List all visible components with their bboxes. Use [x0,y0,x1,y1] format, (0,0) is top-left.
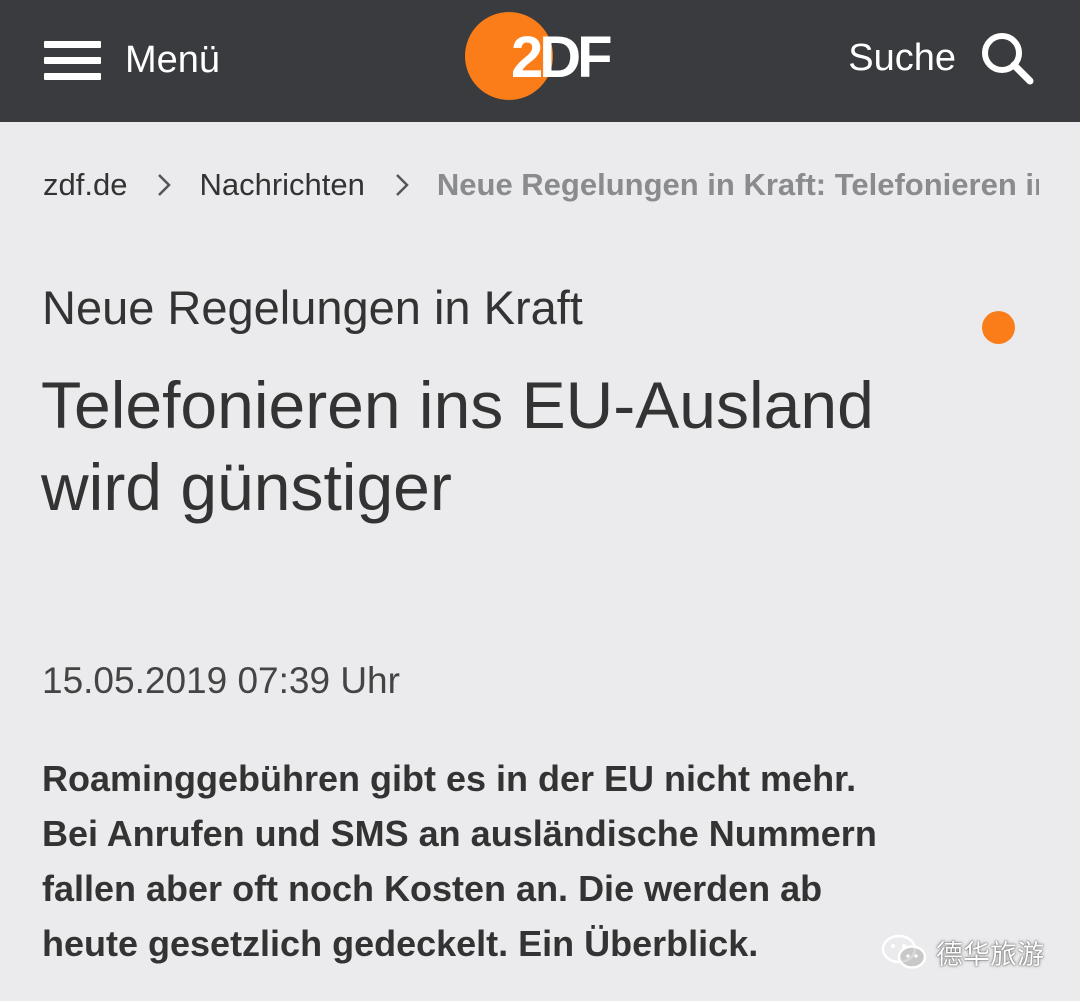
article-timestamp: 15.05.2019 07:39 Uhr [42,660,400,701]
chevron-right-icon [157,173,172,197]
chevron-right-icon [395,173,409,197]
menu-label: Menü [125,38,221,81]
breadcrumb-item-nachrichten[interactable]: Nachrichten [199,167,364,203]
headline-line: wird günstiger [41,450,452,524]
watermark: 德华旅游 [880,928,1044,976]
article-headline: Telefonieren ins EU-Ausland wird günstig… [41,364,941,528]
menu-button[interactable]: Menü [44,30,220,90]
headline-line: Telefonieren ins EU-Ausland [41,368,874,442]
breadcrumb-item-home[interactable]: zdf.de [43,167,127,203]
article-kicker: Neue Regelungen in Kraft [42,281,583,334]
breadcrumb: zdf.de Nachrichten Neue Regelungen in Kr… [43,160,1039,210]
breadcrumb-current: Neue Regelungen in Kraft: Telefonieren i… [436,167,1039,202]
watermark-text: 德华旅游 [936,939,1044,970]
lead-line: Roaminggebühren gibt es in der EU nicht … [42,758,857,799]
logo-text: 2DF [511,25,611,90]
search-button[interactable]: Suche [848,28,1034,88]
search-label: Suche [848,36,956,79]
lead-line: heute gesetzlich gedeckelt. Ein Überblic… [42,923,759,964]
zdf-logo[interactable]: 2DF [463,10,623,102]
lead-line: fallen aber oft noch Kosten an. Die werd… [42,868,823,909]
search-icon [982,33,1034,85]
top-bar: Menü 2DF Suche [0,0,1080,122]
live-indicator-dot [982,311,1015,344]
wechat-icon [881,934,927,969]
lead-line: Bei Anrufen und SMS an ausländische Numm… [42,813,877,854]
hamburger-icon [44,40,101,80]
